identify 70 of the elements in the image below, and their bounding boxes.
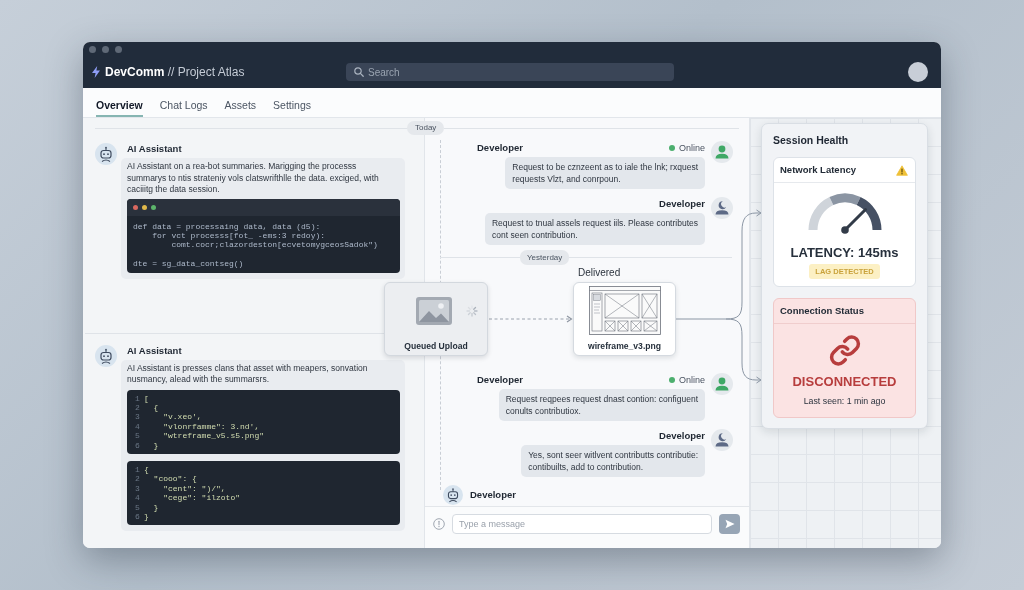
latency-reading: LATENCY: 145ms [790, 244, 899, 261]
line-number: 5 [135, 502, 140, 512]
author-name: Developer [470, 489, 516, 501]
line-number: 2 [135, 474, 140, 484]
message-bubble: Request reqpees request dnast contion: configuent conults contributiox. [498, 389, 705, 421]
message-input[interactable]: Type a message [452, 513, 712, 534]
author-name: Developer [659, 430, 705, 442]
bolt-icon [92, 66, 100, 78]
code-line: "cege": "ilzoto" [162, 493, 240, 503]
message-bubble: Request to be cznzeent as to iale the lnk; rxquest requests Vlzt, and conrpoun. [505, 157, 705, 189]
robot-avatar-icon [95, 143, 117, 165]
message-bubble: Request to tnual assels request iils. Please contributes cont seen contribution. [485, 213, 705, 245]
last-seen-text: Last seen: 1 min ago [803, 395, 886, 407]
line-number: 4 [135, 421, 140, 432]
line-number: 6 [135, 440, 140, 450]
connection-status: DISCONNECTED [792, 373, 897, 390]
send-button[interactable] [719, 513, 740, 534]
file-label: Queued Upload [404, 340, 468, 352]
panel-title: Session Health [773, 133, 849, 147]
tab[interactable]: Assets [224, 88, 257, 117]
author-name: AI Assistant [126, 143, 182, 155]
line-number: 5 [135, 431, 140, 441]
code-line: [ [144, 393, 149, 403]
user-avatar-icon[interactable] [908, 62, 928, 82]
line-number: 1 [135, 464, 140, 475]
card-title: Network Latency [780, 164, 857, 176]
code-line: } [152, 502, 159, 512]
code-line: "cent": ")/", [162, 483, 226, 494]
author-name: AI Assistant [126, 344, 182, 357]
app-title: DevComm // Project Atlas [105, 65, 245, 79]
code-line: "wtreframe_v5.s5.png" [162, 431, 265, 441]
search-field[interactable]: Search [346, 63, 674, 81]
author-name: Developer [477, 142, 523, 154]
line-number: 1 [135, 393, 140, 403]
robot-avatar-icon [95, 344, 117, 367]
code-line: } [144, 512, 149, 522]
file-label: wireframe_v3.png [587, 340, 662, 352]
search-icon [354, 67, 364, 77]
status-dot-icon [669, 377, 675, 383]
code-line: { [144, 464, 149, 475]
delivery-status: Delivered [578, 267, 621, 279]
code-line: "v.xeo', [162, 412, 202, 422]
code-line: "cooo": { [152, 474, 197, 484]
code-line: } [152, 440, 159, 450]
line-number: 6 [135, 512, 140, 522]
tab[interactable]: Chat Logs [159, 88, 208, 117]
online-status: Online [679, 374, 705, 386]
date-label: Yesterday [520, 250, 570, 265]
message-text: AI Assistant is presses clans that asset with meapers, sonvation nusmancy, alead with the summarsrs. [127, 362, 369, 386]
send-icon [724, 518, 735, 529]
spinner-icon [466, 305, 478, 317]
author-name: Developer [477, 374, 523, 386]
author-name: Developer [659, 198, 705, 210]
image-icon [416, 297, 452, 325]
link-icon [828, 335, 861, 366]
message-text: AI Assistant on a rea-bot summaries. Marigging the processs summarys to ntis strateniy vols clatswrifthlle the data. exciged, with caciiitg the data session. [127, 161, 380, 196]
tab[interactable]: Settings [273, 88, 312, 117]
date-label: Today [407, 121, 445, 135]
alert-circle-icon[interactable] [433, 517, 445, 530]
message-bubble: Yes, sont seer witlvent contributts contributie: contibuilts, add to contribution. [521, 445, 705, 477]
code-line: { [152, 402, 159, 413]
status-dot-icon [669, 145, 675, 151]
line-number: 2 [135, 402, 140, 413]
line-number: 4 [135, 493, 140, 503]
code-text: def data = processaing data, data (d5): for vct processs[fot_ -ems:3 redoy): comt.cocr;clazordeston[ecvetomygceosSadok") dte = sg_data_contseg() [132, 220, 379, 271]
online-status: Online [679, 142, 705, 154]
line-number: 3 [135, 412, 140, 422]
line-number: 3 [135, 483, 140, 494]
code-line: "vlonrfamme": 3.nd', [162, 421, 260, 432]
card-title: Connection Status [780, 305, 864, 317]
